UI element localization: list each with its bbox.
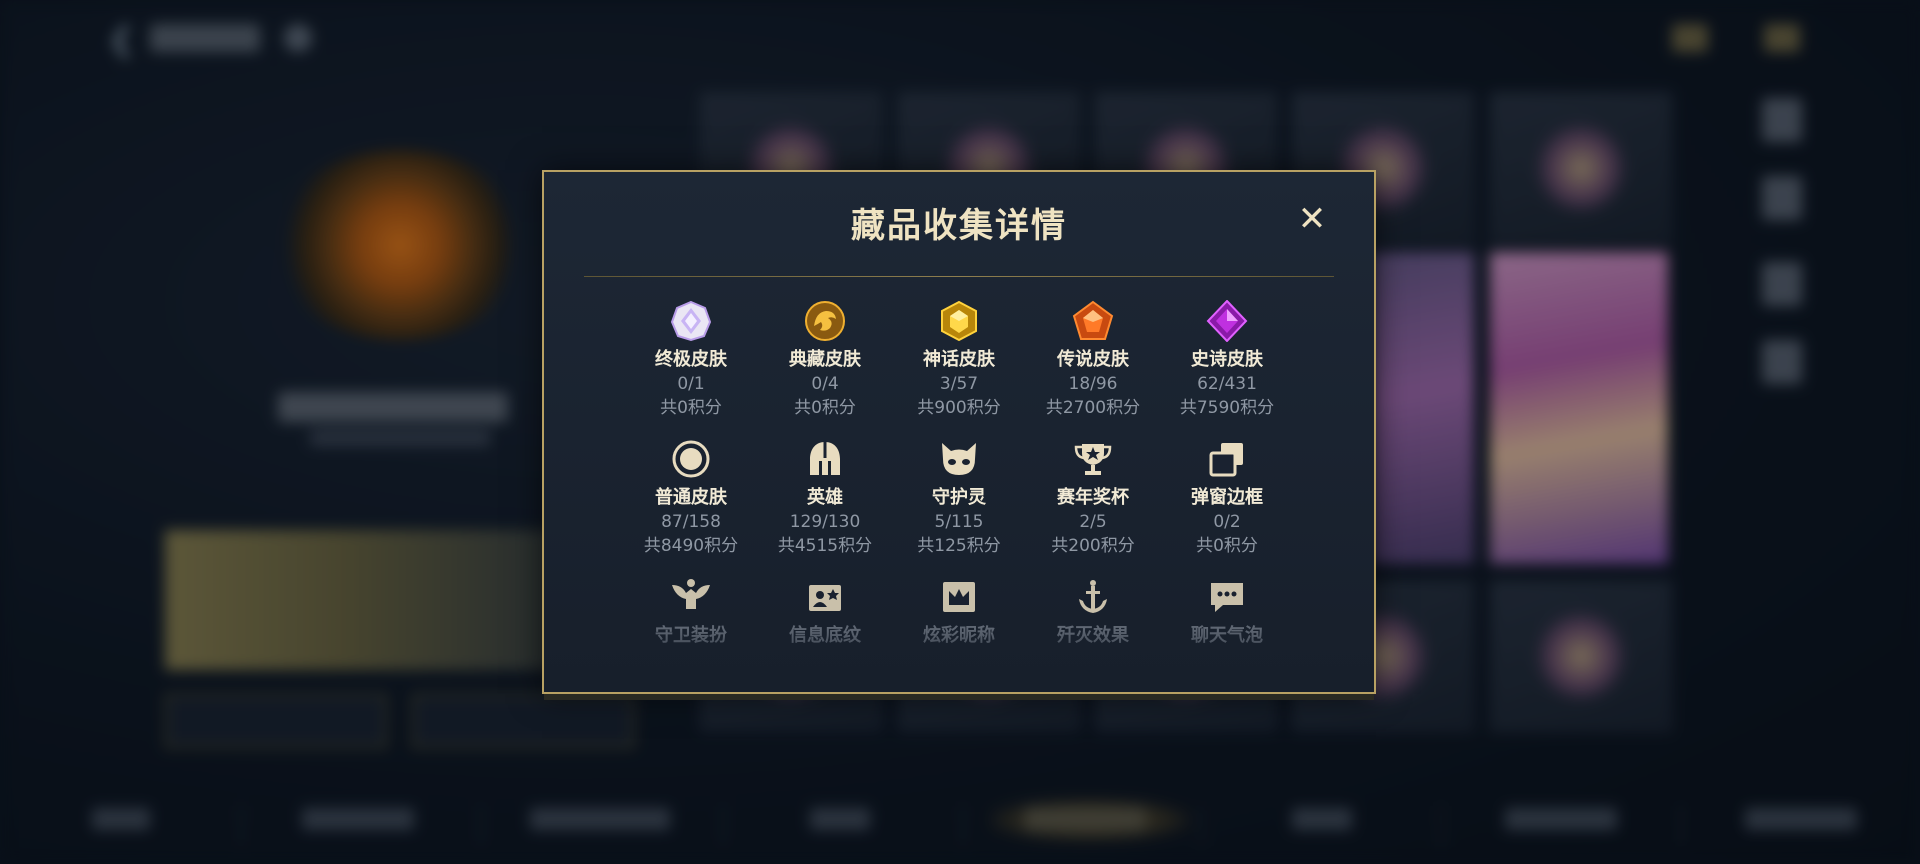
guardian-outfit-icon — [668, 574, 714, 620]
legendary-skin-icon — [1070, 298, 1116, 344]
collection-count: 62/431 — [1197, 374, 1257, 394]
collection-count: 87/158 — [661, 512, 721, 532]
elimination-effect-icon — [1070, 574, 1116, 620]
collection-item[interactable]: 弹窗边框 0/2 共0积分 — [1162, 436, 1292, 558]
mythic-skin-icon — [936, 298, 982, 344]
standard-skin-icon — [668, 436, 714, 482]
collection-name: 史诗皮肤 — [1191, 349, 1263, 370]
collection-item[interactable]: 普通皮肤 87/158 共8490积分 — [626, 436, 756, 558]
collection-item[interactable]: 终极皮肤 0/1 共0积分 — [626, 298, 756, 420]
collection-item[interactable]: 守护灵 5/115 共125积分 — [894, 436, 1024, 558]
collection-count: 2/5 — [1079, 512, 1107, 532]
collection-name: 典藏皮肤 — [789, 349, 861, 370]
collection-count: 5/115 — [934, 512, 984, 532]
collection-name: 守护灵 — [932, 487, 986, 508]
collection-count: 3/57 — [939, 374, 979, 394]
collector-skin-icon — [802, 298, 848, 344]
collection-item[interactable]: 守卫装扮 — [626, 574, 756, 648]
close-button[interactable]: ✕ — [1296, 202, 1328, 236]
hero-helmet-icon — [802, 436, 848, 482]
collection-points: 共900积分 — [917, 398, 1001, 418]
collection-name: 传说皮肤 — [1057, 349, 1129, 370]
collection-name: 守卫装扮 — [655, 625, 727, 646]
collection-name: 神话皮肤 — [923, 349, 995, 370]
collection-points: 共200积分 — [1051, 536, 1135, 556]
epic-skin-icon — [1204, 298, 1250, 344]
collection-points: 共0积分 — [794, 398, 856, 418]
colorful-nickname-icon — [936, 574, 982, 620]
collection-name: 炫彩昵称 — [923, 625, 995, 646]
collection-item[interactable]: 神话皮肤 3/57 共900积分 — [894, 298, 1024, 420]
title-divider — [584, 276, 1334, 277]
collection-points: 共2700积分 — [1045, 398, 1141, 418]
collection-points: 共8490积分 — [643, 536, 739, 556]
collection-count: 18/96 — [1068, 374, 1118, 394]
collection-count: 0/2 — [1213, 512, 1241, 532]
collection-item[interactable]: 炫彩昵称 — [894, 574, 1024, 648]
collection-item[interactable]: 歼灭效果 — [1028, 574, 1158, 648]
collection-name: 终极皮肤 — [655, 349, 727, 370]
collection-name: 赛年奖杯 — [1057, 487, 1129, 508]
collection-item[interactable]: 信息底纹 — [760, 574, 890, 648]
season-trophy-icon — [1070, 436, 1116, 482]
collection-points: 共0积分 — [1196, 536, 1258, 556]
guardian-spirit-icon — [936, 436, 982, 482]
dialog-title: 藏品收集详情 — [851, 206, 1067, 246]
popup-frame-icon — [1204, 436, 1250, 482]
collection-item[interactable]: 史诗皮肤 62/431 共7590积分 — [1162, 298, 1292, 420]
collection-item[interactable]: 典藏皮肤 0/4 共0积分 — [760, 298, 890, 420]
collection-item[interactable]: 传说皮肤 18/96 共2700积分 — [1028, 298, 1158, 420]
collection-count: 129/130 — [789, 512, 861, 532]
collection-name: 歼灭效果 — [1057, 625, 1129, 646]
collection-points: 共125积分 — [917, 536, 1001, 556]
collection-name: 英雄 — [807, 487, 843, 508]
collection-name: 普通皮肤 — [655, 487, 727, 508]
ultimate-skin-icon — [668, 298, 714, 344]
collection-name: 聊天气泡 — [1191, 625, 1263, 646]
collection-count: 0/4 — [811, 374, 839, 394]
chat-bubble-icon — [1204, 574, 1250, 620]
collection-details-dialog: 藏品收集详情 ✕ 终极皮肤 0/1 共0积分 典藏皮肤 0/4 共0积分 神话皮… — [542, 170, 1376, 694]
info-background-icon — [802, 574, 848, 620]
collection-count: 0/1 — [677, 374, 705, 394]
collection-item[interactable]: 赛年奖杯 2/5 共200积分 — [1028, 436, 1158, 558]
collection-points: 共7590积分 — [1179, 398, 1275, 418]
collection-item[interactable]: 英雄 129/130 共4515积分 — [760, 436, 890, 558]
collection-item[interactable]: 聊天气泡 — [1162, 574, 1292, 648]
collection-name: 信息底纹 — [789, 625, 861, 646]
collection-points: 共4515积分 — [777, 536, 873, 556]
collection-points: 共0积分 — [660, 398, 722, 418]
collection-name: 弹窗边框 — [1191, 487, 1263, 508]
